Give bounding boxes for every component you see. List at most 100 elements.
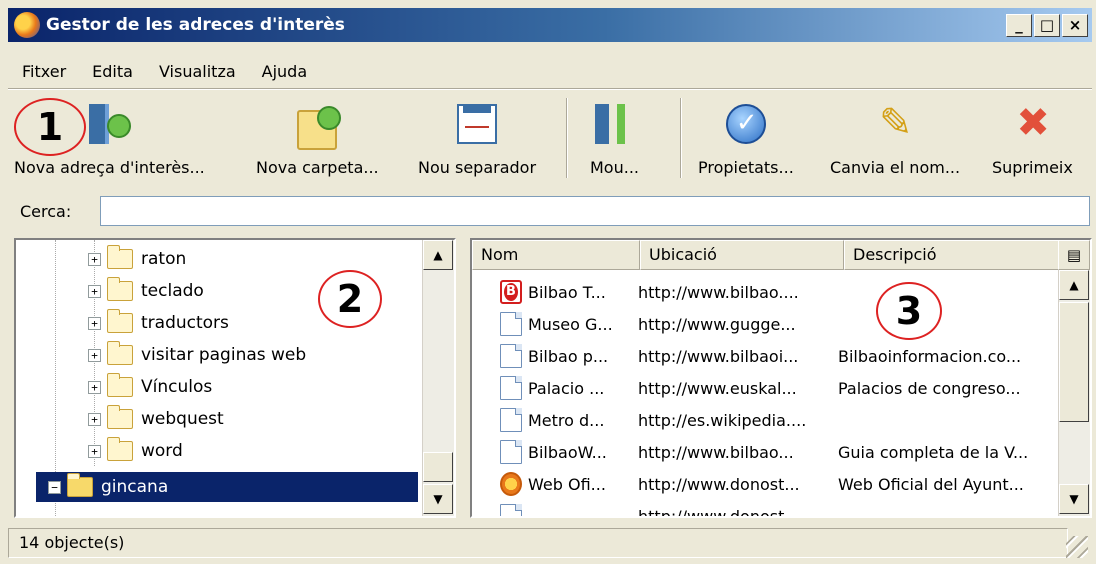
donostia-logo-icon — [500, 472, 522, 496]
item-description: Web Oficial del Ayunt... — [838, 474, 1024, 494]
move-label: Mou... — [590, 158, 639, 177]
list-item[interactable]: Palacio ... http://www.euskal... Palacio… — [472, 372, 1062, 404]
tree-item-label: webquest — [141, 409, 224, 429]
resize-grip-icon[interactable] — [1066, 536, 1088, 558]
tree-item[interactable]: + raton — [88, 244, 454, 274]
new-folder-button[interactable]: Nova carpeta... — [256, 92, 379, 188]
scroll-up-button[interactable]: ▲ — [1059, 270, 1089, 300]
item-description: Guia completa de la V... — [838, 442, 1029, 462]
new-folder-icon — [297, 106, 342, 150]
firefox-icon — [14, 12, 40, 38]
menu-bar: Fitxer Edita Visualitza Ajuda — [8, 56, 319, 86]
close-button[interactable]: × — [1062, 14, 1088, 37]
new-folder-label: Nova carpeta... — [256, 158, 379, 177]
open-folder-icon — [67, 473, 93, 497]
expand-icon[interactable]: + — [88, 252, 101, 266]
pencil-icon — [875, 100, 915, 146]
list-item[interactable]: Bilbao p... http://www.bilbaoi... Bilbao… — [472, 340, 1062, 372]
expand-icon[interactable]: + — [88, 444, 101, 458]
list-item[interactable]: Bilbao T... http://www.bilbao.... — [472, 276, 1062, 308]
tree-item-label: gincana — [101, 477, 169, 497]
properties-button[interactable]: Propietats... — [698, 92, 794, 188]
tree-item[interactable]: + word — [88, 436, 454, 466]
tree-item-label: teclado — [141, 281, 204, 301]
list-item[interactable]: Museo G... http://www.gugge... — [472, 308, 1062, 340]
bookmark-list[interactable]: Nom Ubicació Descripció ▤ Bilbao T... ht… — [470, 238, 1092, 518]
scroll-up-button[interactable]: ▲ — [423, 240, 453, 270]
folder-tree[interactable]: + raton + teclado + traductors + visitar… — [14, 238, 456, 518]
scroll-thumb[interactable] — [423, 452, 453, 482]
column-header-location[interactable]: Ubicació — [640, 240, 844, 270]
rename-button[interactable]: Canvia el nom... — [830, 92, 960, 188]
move-icon — [594, 104, 635, 144]
new-bookmark-label: Nova adreça d'interès... — [14, 158, 205, 177]
list-item[interactable]: Web Ofi... http://www.donost... Web Ofic… — [472, 468, 1062, 500]
item-description: Bilbaoinformacion.co... — [838, 346, 1022, 366]
folder-icon — [107, 309, 133, 333]
tree-item-label: word — [141, 441, 183, 461]
column-header-name[interactable]: Nom — [472, 240, 640, 270]
search-input[interactable] — [100, 196, 1090, 226]
tree-item[interactable]: + traductors — [88, 308, 454, 338]
tree-item-selected[interactable]: − gincana — [36, 472, 418, 502]
callout-marker: 1 — [14, 98, 86, 156]
column-picker-icon[interactable]: ▤ — [1058, 240, 1090, 270]
separator-icon — [457, 104, 498, 144]
folder-icon — [107, 277, 133, 301]
menu-view[interactable]: Visualitza — [159, 62, 236, 81]
tree-item[interactable]: + webquest — [88, 404, 454, 434]
item-url: http://www.bilbaoi... — [638, 346, 799, 366]
toolbar-divider — [566, 98, 568, 178]
menu-help[interactable]: Ajuda — [262, 62, 308, 81]
item-url: http://www.euskal... — [638, 378, 797, 398]
move-button[interactable]: Mou... — [590, 92, 639, 188]
folder-icon — [107, 341, 133, 365]
tree-item[interactable]: + teclado — [88, 276, 454, 306]
minimize-button[interactable]: _ — [1006, 14, 1032, 37]
collapse-icon[interactable]: − — [48, 480, 61, 494]
column-header-description[interactable]: Descripció — [844, 240, 1062, 270]
tree-scrollbar[interactable]: ▲ ▼ — [422, 240, 454, 516]
toolbar-divider — [680, 98, 682, 178]
item-name: Palacio ... — [528, 378, 605, 398]
status-bar: 14 objecte(s) — [8, 524, 1092, 562]
rename-label: Canvia el nom... — [830, 158, 961, 177]
item-url: http://www.bilbao.... — [638, 282, 799, 302]
scroll-thumb[interactable] — [1059, 302, 1089, 422]
menu-file[interactable]: Fitxer — [22, 62, 66, 81]
maximize-button[interactable]: □ — [1034, 14, 1060, 37]
new-separator-button[interactable]: Nou separador — [418, 92, 536, 188]
page-icon — [500, 504, 522, 516]
list-scrollbar[interactable]: ▲ ▼ — [1058, 270, 1090, 516]
menu-edit[interactable]: Edita — [92, 62, 133, 81]
scroll-down-button[interactable]: ▼ — [1059, 484, 1089, 514]
list-item[interactable]: ... http://www.donost... — [472, 500, 1062, 516]
page-icon — [500, 408, 522, 432]
callout-marker: 2 — [318, 270, 382, 328]
tree-item-label: visitar paginas web — [141, 345, 307, 365]
folder-icon — [107, 245, 133, 269]
checkmark-icon — [725, 104, 766, 144]
callout-marker: 3 — [876, 282, 942, 340]
new-separator-label: Nou separador — [418, 158, 537, 177]
item-name: Metro d... — [528, 410, 605, 430]
delete-icon — [1012, 100, 1052, 146]
pane-splitter[interactable] — [458, 238, 468, 518]
list-item[interactable]: Metro d... http://es.wikipedia.... — [472, 404, 1062, 436]
item-url: http://www.gugge... — [638, 314, 796, 334]
list-item[interactable]: BilbaoW... http://www.bilbao... Guia com… — [472, 436, 1062, 468]
status-text: 14 objecte(s) — [8, 528, 1068, 558]
tree-item[interactable]: + visitar paginas web — [88, 340, 454, 370]
expand-icon[interactable]: + — [88, 380, 101, 394]
item-description: Palacios de congreso... — [838, 378, 1021, 398]
menu-divider — [8, 88, 1092, 90]
scroll-down-button[interactable]: ▼ — [423, 484, 453, 514]
expand-icon[interactable]: + — [88, 316, 101, 330]
folder-icon — [107, 373, 133, 397]
expand-icon[interactable]: + — [88, 284, 101, 298]
expand-icon[interactable]: + — [88, 348, 101, 362]
expand-icon[interactable]: + — [88, 412, 101, 426]
delete-button[interactable]: Suprimeix — [992, 92, 1073, 188]
tree-item[interactable]: + Vínculos — [88, 372, 454, 402]
page-icon — [500, 440, 522, 464]
